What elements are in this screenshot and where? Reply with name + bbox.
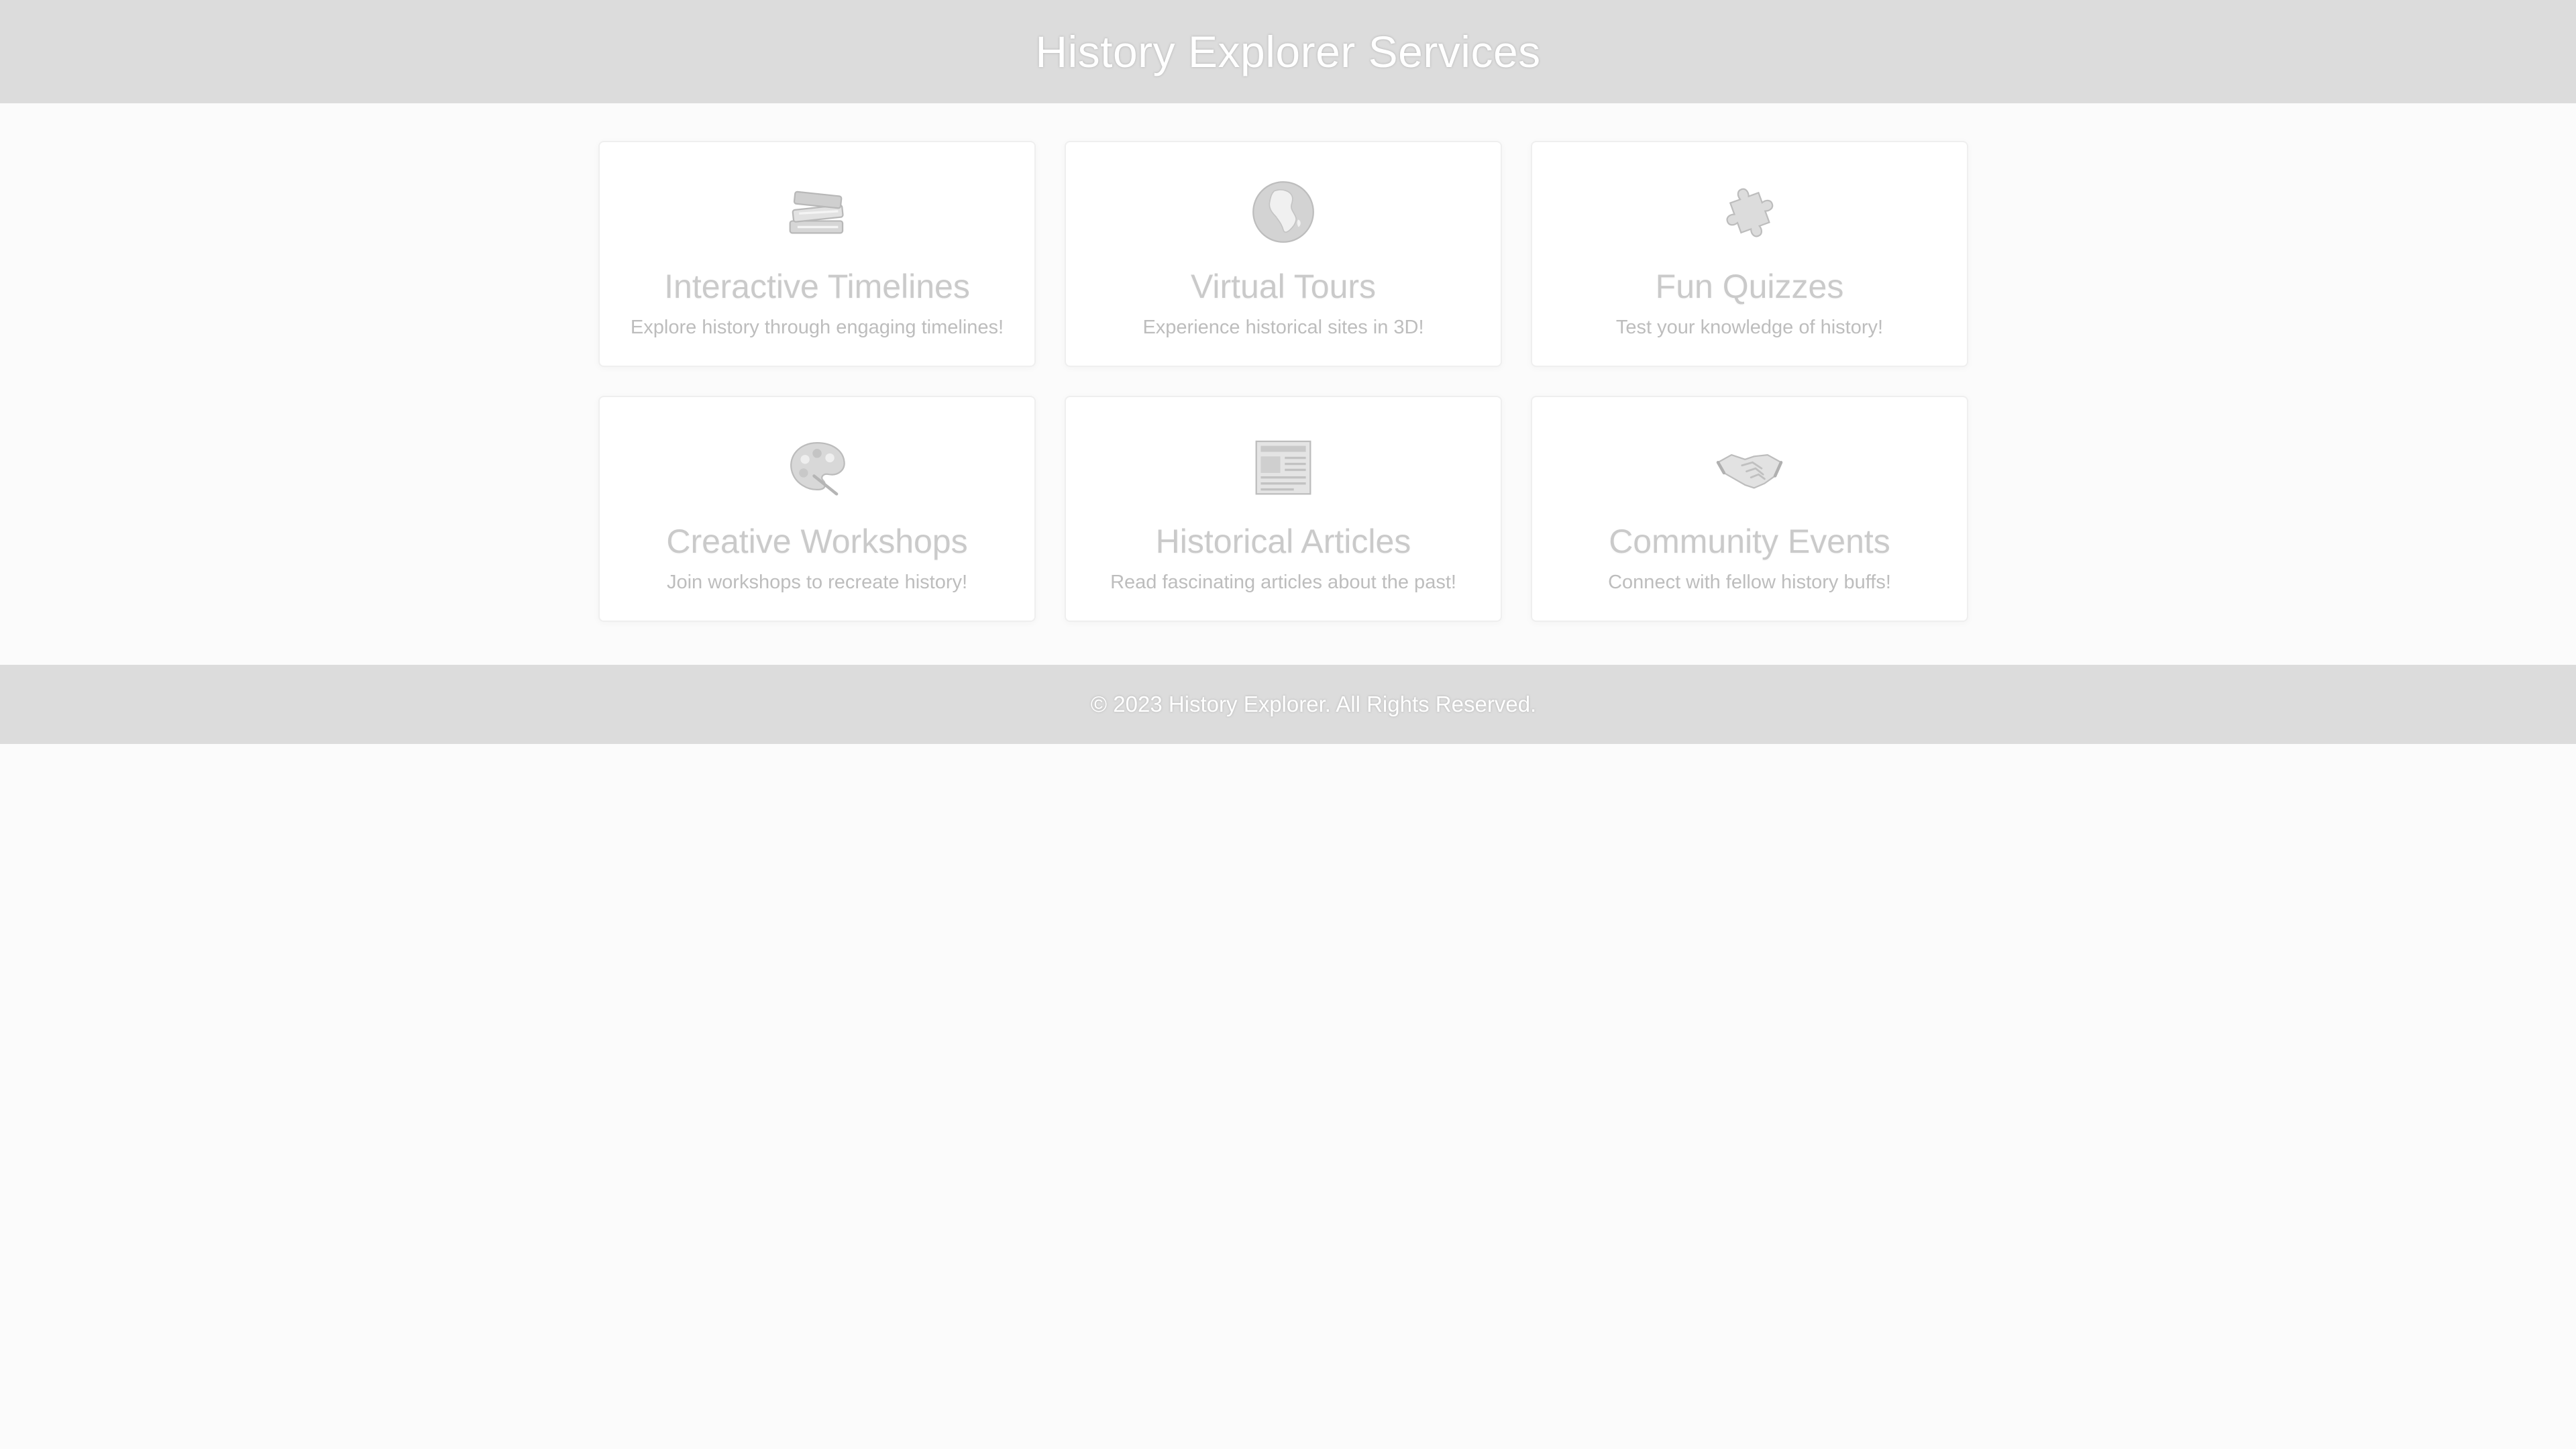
service-card-community-events[interactable]: Community Events Connect with fellow his… [1531,396,1968,622]
service-description: Join workshops to recreate history! [666,572,968,593]
service-card-historical-articles[interactable]: Historical Articles Read fascinating art… [1065,396,1502,622]
page-footer: © 2023 History Explorer. All Rights Rese… [0,665,2576,744]
service-description: Experience historical sites in 3D! [1142,317,1424,338]
service-title: Community Events [1609,523,1890,560]
service-description: Read fascinating articles about the past… [1110,572,1456,593]
service-title: Virtual Tours [1190,268,1377,305]
handshake-icon [1712,429,1787,504]
page-title: History Explorer Services [1035,27,1541,76]
service-title: Historical Articles [1155,523,1411,560]
service-description: Test your knowledge of history! [1615,317,1884,338]
copyright-text: © 2023 History Explorer. All Rights Rese… [1090,692,1537,716]
page-header: History Explorer Services [0,0,2576,103]
service-title: Fun Quizzes [1655,268,1844,305]
service-card-creative-workshops[interactable]: Creative Workshops Join workshops to rec… [598,396,1036,622]
newspaper-icon [1246,429,1321,504]
service-description: Explore history through engaging timelin… [630,317,1004,338]
service-title: Creative Workshops [666,523,968,560]
books-icon [780,174,855,250]
service-title: Interactive Timelines [664,268,970,305]
services-grid: Interactive Timelines Explore history th… [598,141,1974,622]
artist-palette-icon [780,429,855,504]
service-card-fun-quizzes[interactable]: Fun Quizzes Test your knowledge of histo… [1531,141,1968,367]
globe-africa-icon [1246,174,1321,250]
service-card-virtual-tours[interactable]: Virtual Tours Experience historical site… [1065,141,1502,367]
service-description: Connect with fellow history buffs! [1608,572,1891,593]
puzzle-piece-icon [1712,174,1787,250]
service-card-interactive-timelines[interactable]: Interactive Timelines Explore history th… [598,141,1036,367]
